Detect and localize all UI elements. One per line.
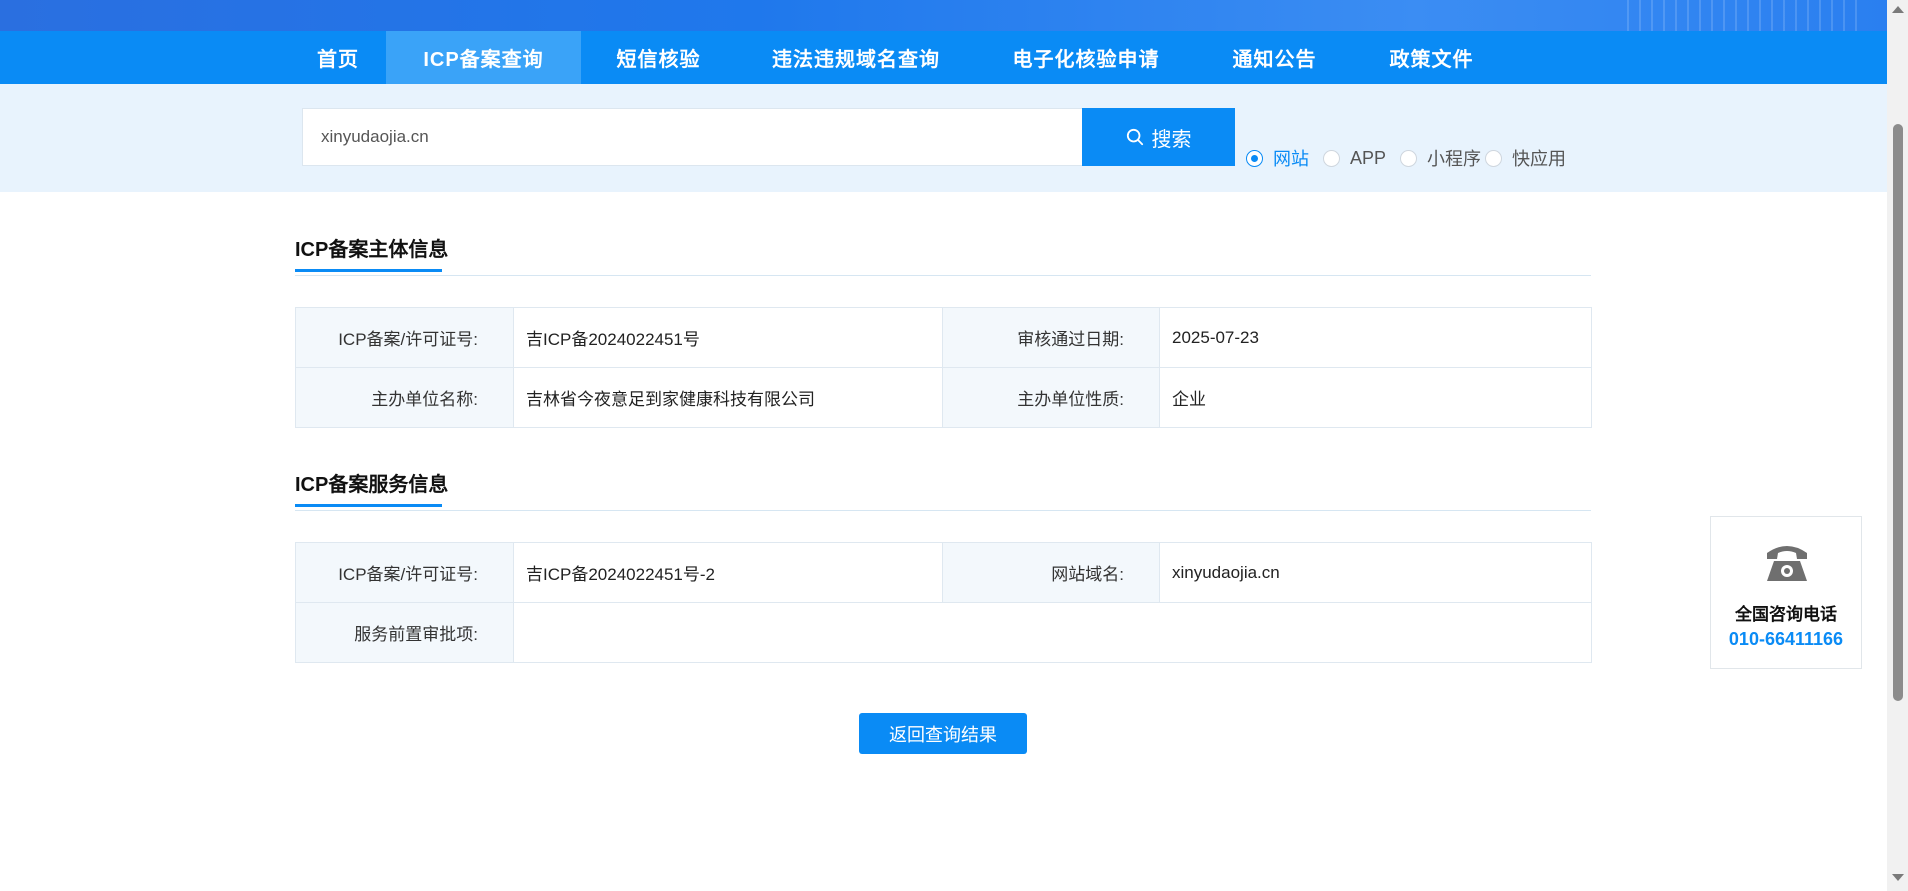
service-info-table: ICP备案/许可证号: 吉ICP备2024022451号-2 网站域名: xin…: [295, 542, 1592, 663]
scroll-thumb[interactable]: [1893, 124, 1903, 701]
service-section-title-text: ICP备案服务信息: [295, 474, 449, 496]
cell-label: 网站域名:: [942, 542, 1160, 603]
search-input[interactable]: [302, 108, 1083, 166]
scroll-down-arrow-icon[interactable]: [1892, 874, 1904, 881]
service-section-title: ICP备案服务信息: [295, 468, 449, 507]
nav-item-illegal-domain[interactable]: 违法违规域名查询: [736, 31, 976, 84]
nav-item-home[interactable]: 首页: [290, 31, 386, 84]
search-band: 搜索 网站 APP 小程序 快应用: [0, 84, 1887, 192]
radio-label: 网站: [1273, 149, 1309, 169]
cell-label: ICP备案/许可证号:: [295, 307, 514, 368]
section-divider: [295, 510, 1591, 511]
radio-dot: [1246, 149, 1263, 167]
cell-value: [513, 602, 1592, 663]
cell-label: 服务前置审批项:: [295, 602, 514, 663]
nav-item-e-verify[interactable]: 电子化核验申请: [976, 31, 1196, 84]
hotline-widget: 全国咨询电话 010-66411166: [1710, 516, 1862, 669]
cell-label: ICP备案/许可证号:: [295, 542, 514, 603]
cell-value: 吉林省今夜意足到家健康科技有限公司: [513, 367, 943, 428]
search-icon: [1126, 128, 1143, 146]
radio-label: APP: [1350, 147, 1387, 168]
cell-label: 审核通过日期:: [942, 307, 1160, 368]
radio-label: 小程序: [1427, 149, 1482, 169]
radio-quick-app[interactable]: 快应用: [1485, 145, 1566, 171]
cell-value: 企业: [1159, 367, 1592, 428]
radio-mini-program[interactable]: 小程序: [1400, 145, 1481, 171]
table-row: ICP备案/许可证号: 吉ICP备2024022451号-2 网站域名: xin…: [295, 542, 1592, 603]
scroll-up-arrow-icon[interactable]: [1892, 6, 1904, 13]
radio-app[interactable]: APP: [1323, 148, 1386, 169]
search-button[interactable]: 搜索: [1082, 108, 1235, 166]
radio-dot: [1485, 149, 1503, 167]
table-row: 主办单位名称: 吉林省今夜意足到家健康科技有限公司 主办单位性质: 企业: [295, 367, 1592, 428]
cell-value: xinyudaojia.cn: [1159, 542, 1592, 603]
cell-label: 主办单位名称:: [295, 367, 514, 428]
nav-item-icp-query[interactable]: ICP备案查询: [386, 31, 581, 84]
subject-section-title-text: ICP备案主体信息: [295, 239, 449, 261]
search-button-label: 搜索: [1151, 128, 1192, 151]
radio-dot: [1400, 149, 1418, 167]
search-type-group: 网站 APP 小程序 快应用: [1246, 146, 1580, 170]
radio-label: 快应用: [1512, 149, 1567, 169]
nav-item-policy[interactable]: 政策文件: [1353, 31, 1510, 84]
nav-item-sms-verify[interactable]: 短信核验: [581, 31, 736, 84]
table-row: ICP备案/许可证号: 吉ICP备2024022451号 审核通过日期: 202…: [295, 307, 1592, 368]
radio-dot: [1323, 149, 1340, 167]
cell-label: 主办单位性质:: [942, 367, 1160, 428]
cell-value: 吉ICP备2024022451号: [513, 307, 943, 368]
main-nav: 首页 ICP备案查询 短信核验 违法违规域名查询 电子化核验申请 通知公告 政策…: [0, 31, 1887, 84]
title-underline: [295, 269, 442, 272]
radio-website[interactable]: 网站: [1246, 145, 1309, 171]
phone-icon: [1767, 546, 1807, 581]
table-row: 服务前置审批项:: [295, 602, 1592, 663]
title-underline: [295, 504, 442, 507]
cell-value: 2025-07-23: [1159, 307, 1592, 368]
cell-value: 吉ICP备2024022451号-2: [513, 542, 943, 603]
hotline-label: 全国咨询电话: [1735, 605, 1837, 624]
back-to-results-button[interactable]: 返回查询结果: [859, 713, 1027, 754]
section-divider: [295, 275, 1591, 276]
hotline-number[interactable]: 010-66411166: [1711, 629, 1861, 650]
subject-section-title: ICP备案主体信息: [295, 233, 449, 272]
subject-info-table: ICP备案/许可证号: 吉ICP备2024022451号 审核通过日期: 202…: [295, 307, 1592, 428]
nav-item-notices[interactable]: 通知公告: [1196, 31, 1353, 84]
page-scrollbar[interactable]: [1887, 0, 1908, 891]
top-banner: [0, 0, 1887, 31]
